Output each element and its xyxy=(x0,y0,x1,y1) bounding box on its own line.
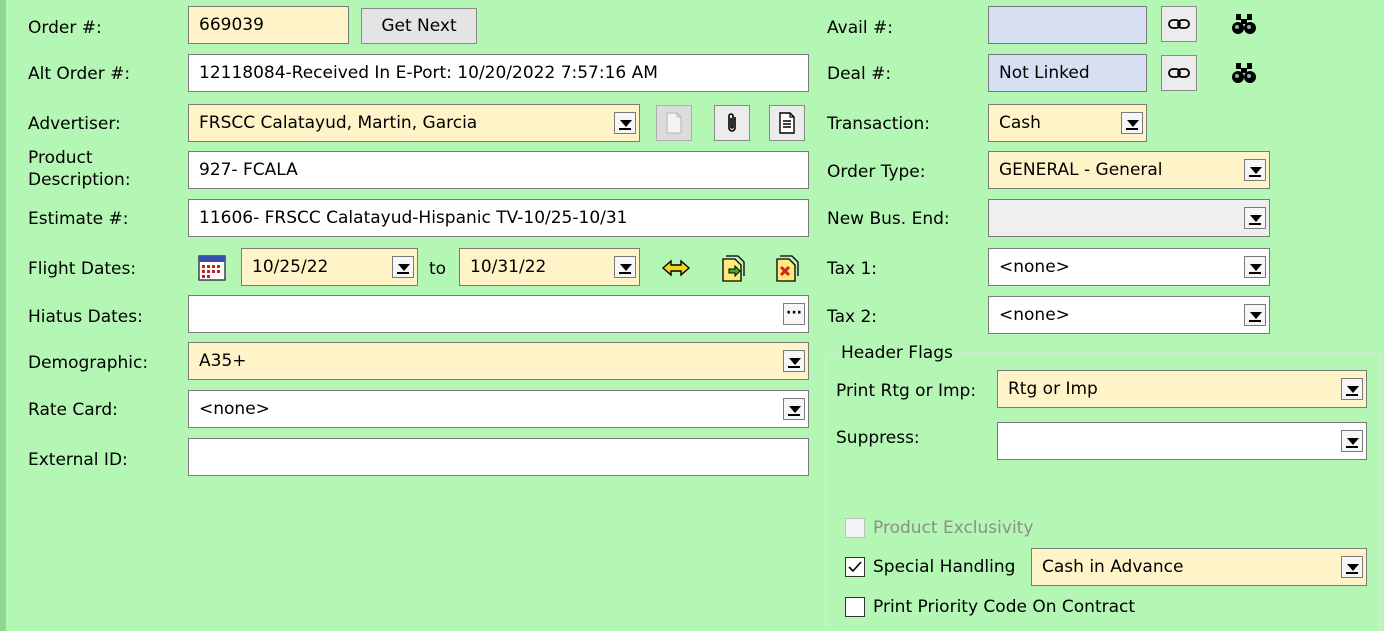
order-number-label: Order #: xyxy=(28,18,102,38)
alt-order-field[interactable]: 12118084-Received In E-Port: 10/20/2022 … xyxy=(188,54,809,92)
order-type-dropdown[interactable]: GENERAL - General xyxy=(988,151,1270,189)
tax1-value: <none> xyxy=(999,257,1070,277)
clear-dates-button[interactable] xyxy=(766,250,806,286)
product-exclusivity-checkbox[interactable] xyxy=(845,518,865,538)
hiatus-dates-field[interactable]: ··· xyxy=(188,295,809,333)
order-type-label: Order Type: xyxy=(827,162,926,182)
header-flags-title: Header Flags xyxy=(838,343,956,363)
swap-dates-button[interactable] xyxy=(656,250,696,286)
transaction-value: Cash xyxy=(999,113,1041,133)
rate-card-dropdown[interactable]: <none> xyxy=(188,390,809,428)
product-description-field[interactable]: 927- FCALA xyxy=(188,151,809,189)
suppress-dropdown[interactable] xyxy=(997,422,1367,460)
flight-to-label: to xyxy=(429,259,447,279)
transaction-dropdown[interactable]: Cash xyxy=(988,104,1147,142)
alt-order-label: Alt Order #: xyxy=(28,64,131,84)
checkmark-icon xyxy=(848,561,862,573)
advertiser-value: FRSCC Calatayud, Martin, Garcia xyxy=(199,113,478,133)
product-exclusivity-label: Product Exclusivity xyxy=(873,518,1034,538)
ellipsis-icon[interactable]: ··· xyxy=(783,303,805,325)
dropdown-arrow-icon[interactable] xyxy=(783,350,805,372)
estimate-label: Estimate #: xyxy=(28,209,129,229)
dropdown-arrow-icon[interactable] xyxy=(1341,556,1363,578)
dropdown-arrow-icon[interactable] xyxy=(1341,378,1363,400)
demographic-dropdown[interactable]: A35+ xyxy=(188,342,809,380)
binoculars-icon xyxy=(1232,14,1256,34)
notes-icon xyxy=(779,112,795,134)
external-id-field[interactable] xyxy=(188,438,809,476)
link-avail-button[interactable] xyxy=(1161,6,1197,42)
product-description-label-line1: Product xyxy=(28,148,93,168)
copy-dates-icon xyxy=(722,255,745,282)
dropdown-arrow-icon[interactable] xyxy=(1341,430,1363,452)
tax2-value: <none> xyxy=(999,305,1070,325)
rate-card-label: Rate Card: xyxy=(28,400,118,420)
order-number-field[interactable]: 669039 xyxy=(188,6,349,44)
hiatus-dates-label: Hiatus Dates: xyxy=(28,307,143,327)
avail-number-field[interactable] xyxy=(988,6,1147,44)
suppress-label: Suppress: xyxy=(836,428,920,448)
tax2-label: Tax 2: xyxy=(827,307,877,327)
calendar-button[interactable] xyxy=(192,251,232,285)
flight-dates-label: Flight Dates: xyxy=(28,259,137,279)
search-deal-button[interactable] xyxy=(1226,55,1262,91)
calendar-icon xyxy=(198,255,226,281)
flight-start-date-dropdown[interactable]: 10/25/22 xyxy=(241,248,418,286)
window-left-edge xyxy=(0,0,6,631)
demographic-value: A35+ xyxy=(199,351,247,371)
link-icon xyxy=(1168,68,1190,78)
clear-dates-icon xyxy=(776,255,799,282)
advertiser-label: Advertiser: xyxy=(28,114,121,134)
estimate-field[interactable]: 11606- FRSCC Calatayud-Hispanic TV-10/25… xyxy=(188,199,809,237)
product-description-label-line2: Description: xyxy=(28,170,131,190)
dropdown-arrow-icon[interactable] xyxy=(614,256,636,278)
link-icon xyxy=(1168,19,1190,29)
deal-number-label: Deal #: xyxy=(827,64,892,84)
search-avail-button[interactable] xyxy=(1226,6,1262,42)
flight-start-date-value: 10/25/22 xyxy=(252,257,329,277)
dropdown-arrow-icon[interactable] xyxy=(1244,256,1266,278)
new-bus-end-dropdown[interactable] xyxy=(988,199,1270,237)
copy-dates-button[interactable] xyxy=(712,250,752,286)
print-rtg-value: Rtg or Imp xyxy=(1008,379,1098,399)
dropdown-arrow-icon[interactable] xyxy=(783,398,805,420)
attachments-button[interactable] xyxy=(714,105,750,141)
link-deal-button[interactable] xyxy=(1161,55,1197,91)
dropdown-arrow-icon[interactable] xyxy=(1121,112,1143,134)
avail-number-label: Avail #: xyxy=(827,18,893,38)
tax1-dropdown[interactable]: <none> xyxy=(988,248,1270,286)
print-priority-label: Print Priority Code On Contract xyxy=(873,597,1136,617)
deal-number-field[interactable]: Not Linked xyxy=(988,54,1147,92)
dropdown-arrow-icon[interactable] xyxy=(1244,159,1266,181)
blank-document-icon xyxy=(666,112,682,134)
transaction-label: Transaction: xyxy=(827,114,930,134)
dropdown-arrow-icon[interactable] xyxy=(392,256,414,278)
rate-card-value: <none> xyxy=(199,399,270,419)
external-id-label: External ID: xyxy=(28,450,128,470)
special-handling-dropdown[interactable]: Cash in Advance xyxy=(1031,548,1367,586)
dropdown-arrow-icon[interactable] xyxy=(1244,207,1266,229)
new-bus-end-label: New Bus. End: xyxy=(827,209,950,229)
paperclip-icon xyxy=(728,113,736,132)
get-next-button[interactable]: Get Next xyxy=(361,8,477,44)
new-advertiser-button[interactable] xyxy=(656,105,692,141)
dropdown-arrow-icon[interactable] xyxy=(1244,304,1266,326)
flight-end-date-dropdown[interactable]: 10/31/22 xyxy=(459,248,640,286)
print-rtg-label: Print Rtg or Imp: xyxy=(836,381,977,401)
swap-arrows-icon xyxy=(661,259,691,277)
tax2-dropdown[interactable]: <none> xyxy=(988,296,1270,334)
notes-button[interactable] xyxy=(769,105,805,141)
dropdown-arrow-icon[interactable] xyxy=(614,112,636,134)
print-priority-checkbox[interactable] xyxy=(845,597,865,617)
tax1-label: Tax 1: xyxy=(827,259,877,279)
binoculars-icon xyxy=(1232,63,1256,83)
special-handling-label: Special Handling xyxy=(873,557,1016,577)
special-handling-checkbox[interactable] xyxy=(845,557,865,577)
order-type-value: GENERAL - General xyxy=(999,160,1163,180)
print-rtg-dropdown[interactable]: Rtg or Imp xyxy=(997,370,1367,408)
demographic-label: Demographic: xyxy=(28,353,149,373)
advertiser-dropdown[interactable]: FRSCC Calatayud, Martin, Garcia xyxy=(188,104,640,142)
flight-end-date-value: 10/31/22 xyxy=(470,257,547,277)
special-handling-value: Cash in Advance xyxy=(1042,557,1184,577)
